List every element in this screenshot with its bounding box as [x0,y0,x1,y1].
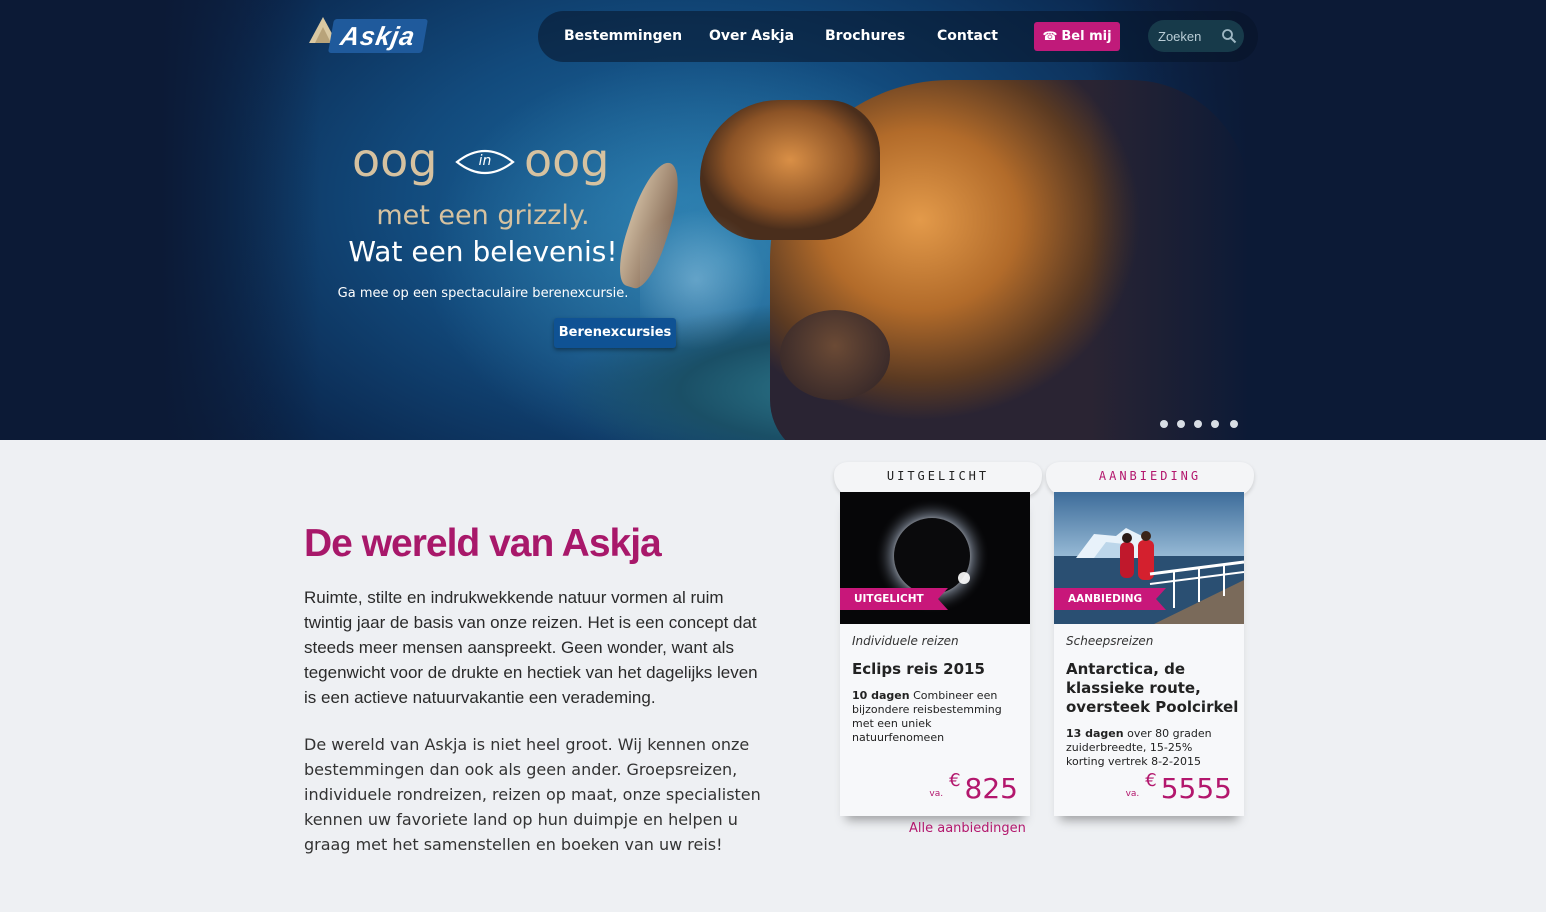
askja-logo-text: Askja [328,19,428,53]
card-days: 13 dagen [1066,727,1124,740]
phone-icon: ☎ [1042,29,1058,43]
price-prefix: va. [1125,789,1140,799]
call-me-label: Bel mij [1061,29,1112,44]
nav-item-bestemmingen[interactable]: Bestemmingen [564,11,682,62]
nav-item-brochures[interactable]: Brochures [825,11,905,62]
card-body: UITGELICHT Individuele reizen Eclips rei… [840,492,1030,816]
berenexcursies-button[interactable]: Berenexcursies [554,318,676,348]
hero-headline-oog-right: oog [524,133,610,187]
card-category: Scheepsreizen [1066,634,1154,648]
nav-item-contact[interactable]: Contact [937,11,998,62]
all-offers-link[interactable]: Alle aanbiedingen [909,820,1026,838]
hero-headline-oog-left: oog [352,133,438,187]
price-prefix: va. [929,789,944,799]
price-currency: € [949,770,961,791]
hero-headline-line3: Wat een belevenis! [348,235,618,268]
card-price: va. € 825 [929,770,1018,805]
card-price: va. € 5555 [1125,770,1232,805]
price-value: 5555 [1160,772,1232,805]
price-currency: € [1145,770,1157,791]
slider-dot-3[interactable] [1194,420,1202,428]
slider-dot-4[interactable] [1211,420,1219,428]
card-ribbon-tail [1156,588,1166,610]
card-days: 10 dagen [852,689,910,702]
hero-fade-left [160,0,320,440]
nav-item-over-askja[interactable]: Over Askja [709,11,794,62]
slider-dot-5[interactable] [1230,420,1238,428]
hero-headline-in: in [478,153,492,169]
offer-card[interactable]: AANBIEDING AANBIEDING Scheepsreizen Anta… [1046,462,1254,822]
intro-paragraph-2: De wereld van Askja is niet heel groot. … [304,735,761,854]
grizzly-bear-paw [780,310,890,400]
featured-card[interactable]: UITGELICHT UITGELICHT Individuele reizen [834,462,1042,822]
card-ribbon-uitgelicht: UITGELICHT [840,588,938,610]
card-title[interactable]: Antarctica, de klassieke route, overstee… [1066,660,1242,717]
card-description: 10 dagen Combineer een bijzondere reisbe… [852,689,1020,745]
slider-dots [1160,420,1240,430]
slider-dot-1[interactable] [1160,420,1168,428]
search-input[interactable] [1158,20,1220,52]
search-icon[interactable] [1221,28,1237,44]
hero-subtitle: Ga mee op een spectaculaire berenexcursi… [337,286,629,301]
card-description: 13 dagen over 80 graden zuiderbreedte, 1… [1066,727,1234,769]
main-navigation: Bestemmingen Over Askja Brochures Contac… [538,11,1258,62]
hero-fade-right [1090,0,1250,440]
card-tab-uitgelicht: UITGELICHT [834,462,1042,496]
card-tab-aanbieding: AANBIEDING [1046,462,1254,496]
hero-headline-line2: met een grizzly. [376,200,590,231]
card-category: Individuele reizen [852,634,959,648]
card-ribbon-tail [938,588,948,610]
card-title[interactable]: Eclips reis 2015 [852,660,1028,679]
intro-paragraph-1: Ruimte, stilte en indrukwekkende natuur … [304,588,758,707]
card-body: AANBIEDING Scheepsreizen Antarctica, de … [1054,492,1244,816]
hero-banner: Askja Bestemmingen Over Askja Brochures … [0,0,1546,440]
hero-headline-line1: oog in oog [352,130,622,190]
card-ribbon-aanbieding: AANBIEDING [1054,588,1157,610]
askja-logo[interactable]: Askja [305,15,428,53]
price-value: 825 [964,772,1018,805]
call-me-button[interactable]: ☎ Bel mij [1034,22,1120,51]
slider-dot-2[interactable] [1177,420,1185,428]
search-box [1148,20,1244,52]
page-title: De wereld van Askja [304,522,662,565]
